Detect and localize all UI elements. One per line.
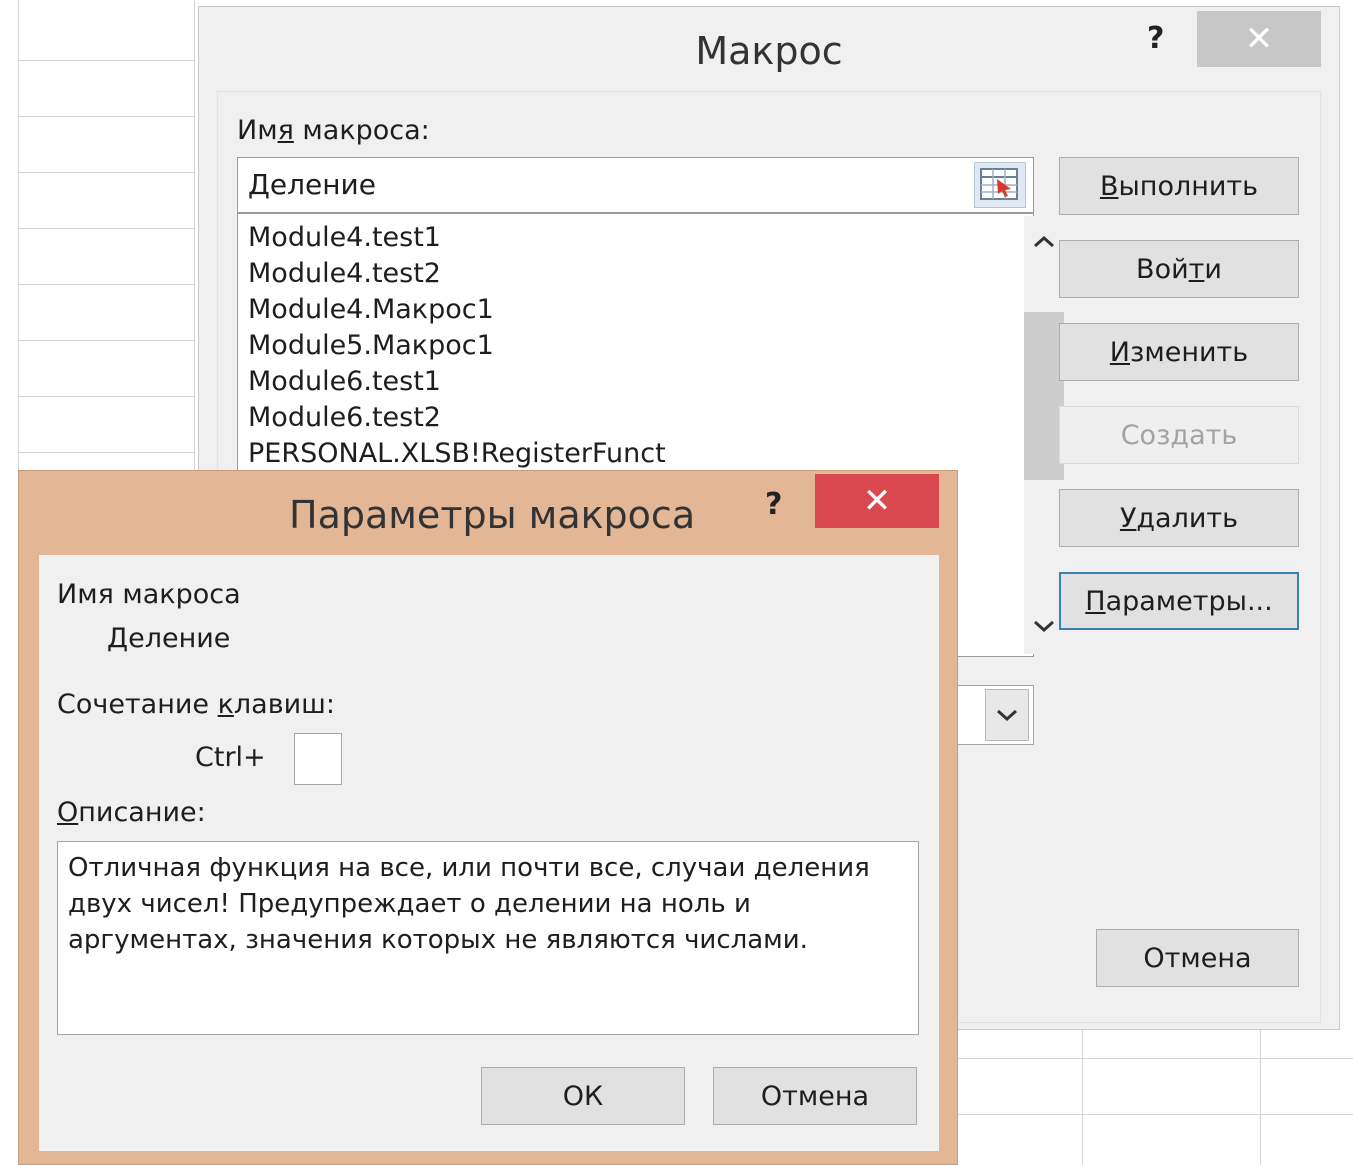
list-item[interactable]: Module6.test2: [248, 402, 441, 433]
edit-button[interactable]: Изменить: [1059, 323, 1299, 381]
chevron-down-icon[interactable]: [985, 689, 1029, 741]
spreadsheet-background: [0, 0, 195, 470]
help-button[interactable]: ?: [765, 487, 782, 522]
grid-line: [18, 452, 195, 453]
grid-line: [1082, 1030, 1083, 1165]
cancel-button[interactable]: Отмена: [713, 1067, 917, 1125]
cancel-button[interactable]: Отмена: [1096, 929, 1299, 987]
macro-options-dialog: Параметры макроса ? ✕ Имя макроса Делени…: [18, 470, 958, 1165]
dialog-title: Макрос: [695, 29, 843, 73]
step-into-button[interactable]: Войти: [1059, 240, 1299, 298]
run-button[interactable]: Выполнить: [1059, 157, 1299, 215]
macro-name-label: Имя макроса: [57, 579, 241, 610]
spreadsheet-background-bottom: [958, 1030, 1353, 1165]
grid-line: [18, 340, 195, 341]
macro-name-input[interactable]: Деление: [237, 157, 1034, 213]
create-button[interactable]: Создать: [1059, 406, 1299, 464]
options-button[interactable]: Параметры...: [1059, 572, 1299, 630]
grid-line: [18, 284, 195, 285]
options-dialog-body: Имя макроса Деление Сочетание клавиш: Ct…: [39, 555, 939, 1151]
grid-line: [18, 60, 195, 61]
close-button[interactable]: ✕: [1197, 11, 1321, 67]
scroll-up-icon[interactable]: [1024, 228, 1064, 264]
scroll-down-icon[interactable]: [1024, 612, 1064, 648]
scrollbar-thumb[interactable]: [1024, 312, 1064, 480]
list-item[interactable]: PERSONAL.XLSB!RegisterFunct: [248, 438, 666, 469]
macro-name-value: Деление: [107, 623, 231, 654]
grid-line: [18, 0, 19, 470]
list-item[interactable]: Module4.test2: [248, 258, 441, 289]
range-select-icon[interactable]: [974, 162, 1026, 208]
dialog-title: Параметры макроса: [289, 493, 696, 537]
list-item[interactable]: Module4.test1: [248, 222, 441, 253]
grid-line: [958, 1114, 1353, 1115]
macro-name-label: Имя макроса:: [237, 115, 430, 146]
shortcut-label: Сочетание клавиш:: [57, 689, 335, 720]
description-label: Описание:: [57, 797, 206, 828]
shortcut-key-input[interactable]: [294, 733, 342, 785]
grid-line: [958, 1058, 1353, 1059]
description-textarea[interactable]: Отличная функция на все, или почти все, …: [57, 841, 919, 1035]
grid-line: [1260, 1030, 1261, 1165]
ok-button[interactable]: ОК: [481, 1067, 685, 1125]
ctrl-prefix-label: Ctrl+: [195, 742, 266, 773]
help-button[interactable]: ?: [1147, 21, 1164, 56]
grid-line: [18, 396, 195, 397]
list-item[interactable]: Module4.Макрос1: [248, 294, 494, 325]
list-item[interactable]: Module6.test1: [248, 366, 441, 397]
close-button[interactable]: ✕: [815, 474, 939, 528]
delete-button[interactable]: Удалить: [1059, 489, 1299, 547]
grid-line: [18, 172, 195, 173]
grid-line: [18, 228, 195, 229]
grid-line: [18, 116, 195, 117]
list-item[interactable]: Module5.Макрос1: [248, 330, 494, 361]
